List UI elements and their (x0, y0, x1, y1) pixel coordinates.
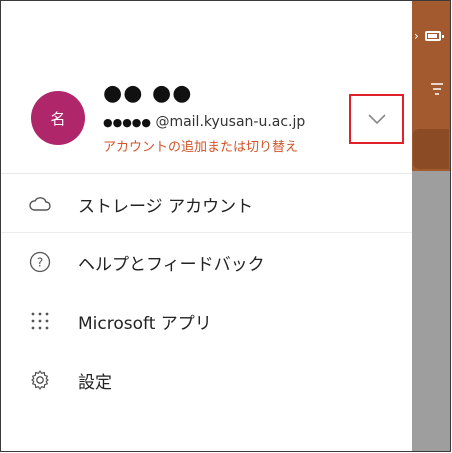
menu-item-label: Microsoft アプリ (78, 313, 212, 334)
menu-item-storage-accounts[interactable]: ストレージ アカウント (1, 175, 412, 233)
account-header[interactable]: 名 ●● ●● ●●●●● @mail.kyusan-u.ac.jp アカウント… (1, 1, 412, 174)
menu-item-help-feedback[interactable]: ? ヘルプとフィードバック (1, 233, 412, 291)
cloud-icon (29, 193, 51, 215)
battery-icon (425, 31, 444, 41)
menu-item-label: 設定 (78, 372, 112, 393)
account-expand-button[interactable] (349, 94, 404, 144)
add-or-switch-account-link[interactable]: アカウントの追加または切り替え (103, 136, 298, 155)
menu-item-microsoft-apps[interactable]: Microsoft アプリ (1, 292, 412, 350)
menu-item-settings[interactable]: 設定 (1, 351, 412, 409)
app-grid-icon (29, 310, 51, 332)
gear-icon (29, 369, 51, 391)
user-email: ●●●●● @mail.kyusan-u.ac.jp (103, 114, 305, 130)
svg-text:?: ? (37, 256, 43, 270)
screenshot-frame: › 名 ●● ●● ●●●●● @mail.kyusan-u.ac.jp アカウ… (0, 0, 451, 452)
filter-icon[interactable] (431, 83, 443, 98)
avatar-initial: 名 (50, 109, 66, 128)
background-search-bar[interactable] (413, 129, 449, 169)
user-name: ●● ●● (103, 81, 193, 106)
email-mask: ●●●●● (103, 116, 151, 129)
menu-item-label: ストレージ アカウント (78, 196, 254, 217)
help-circle-icon: ? (29, 251, 51, 273)
navigation-drawer: 名 ●● ●● ●●●●● @mail.kyusan-u.ac.jp アカウント… (1, 1, 412, 451)
background-app[interactable]: › (412, 1, 450, 451)
avatar[interactable]: 名 (31, 91, 85, 145)
background-app-header: › (412, 1, 450, 171)
chevron-down-icon (367, 114, 386, 124)
menu-item-label: ヘルプとフィードバック (78, 254, 265, 275)
email-domain: @mail.kyusan-u.ac.jp (151, 114, 306, 130)
signal-icon: › (414, 29, 419, 43)
